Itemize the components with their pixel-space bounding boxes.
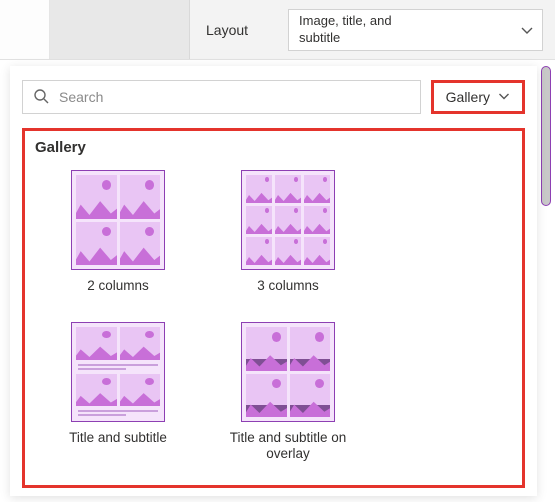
category-filter-button[interactable]: Gallery bbox=[431, 80, 525, 114]
layout-grid: 2 columns 3 columns Title a bbox=[31, 166, 522, 469]
thumbnail-title-subtitle bbox=[71, 322, 165, 422]
scrollbar-thumb[interactable] bbox=[541, 66, 551, 206]
scrollbar[interactable] bbox=[541, 66, 551, 496]
gutter-a bbox=[0, 0, 50, 59]
layout-option-title-subtitle-overlay[interactable]: Title and subtitle on overlay bbox=[223, 322, 353, 462]
layout-option-label: 3 columns bbox=[257, 278, 319, 294]
search-icon bbox=[33, 88, 49, 107]
chevron-down-icon bbox=[498, 89, 510, 105]
properties-header: Layout Image, title, and subtitle bbox=[0, 0, 555, 60]
layout-option-label: Title and subtitle on overlay bbox=[223, 430, 353, 462]
search-input[interactable] bbox=[59, 89, 410, 105]
category-filter-label: Gallery bbox=[446, 89, 490, 105]
layout-option-label: Title and subtitle bbox=[69, 430, 167, 446]
gutter-b bbox=[50, 0, 190, 59]
chevron-down-icon bbox=[520, 23, 534, 37]
layout-label: Layout bbox=[206, 22, 248, 38]
search-box[interactable] bbox=[22, 80, 421, 114]
section-title: Gallery bbox=[35, 139, 522, 156]
layout-dropdown[interactable]: Image, title, and subtitle bbox=[288, 9, 543, 51]
layout-option-2-columns[interactable]: 2 columns bbox=[53, 170, 183, 294]
layout-option-3-columns[interactable]: 3 columns bbox=[223, 170, 353, 294]
gallery-section: Gallery 2 columns 3 columns bbox=[22, 128, 525, 488]
thumbnail-title-subtitle-overlay bbox=[241, 322, 335, 422]
thumbnail-2-columns bbox=[71, 170, 165, 270]
thumbnail-3-columns bbox=[241, 170, 335, 270]
layout-dropdown-value: Image, title, and subtitle bbox=[299, 13, 419, 46]
layout-option-title-subtitle[interactable]: Title and subtitle bbox=[53, 322, 183, 462]
layout-picker-panel: Gallery Gallery 2 columns bbox=[10, 66, 537, 496]
search-row: Gallery bbox=[10, 66, 537, 126]
layout-option-label: 2 columns bbox=[87, 278, 149, 294]
layout-row: Layout Image, title, and subtitle bbox=[190, 0, 555, 59]
